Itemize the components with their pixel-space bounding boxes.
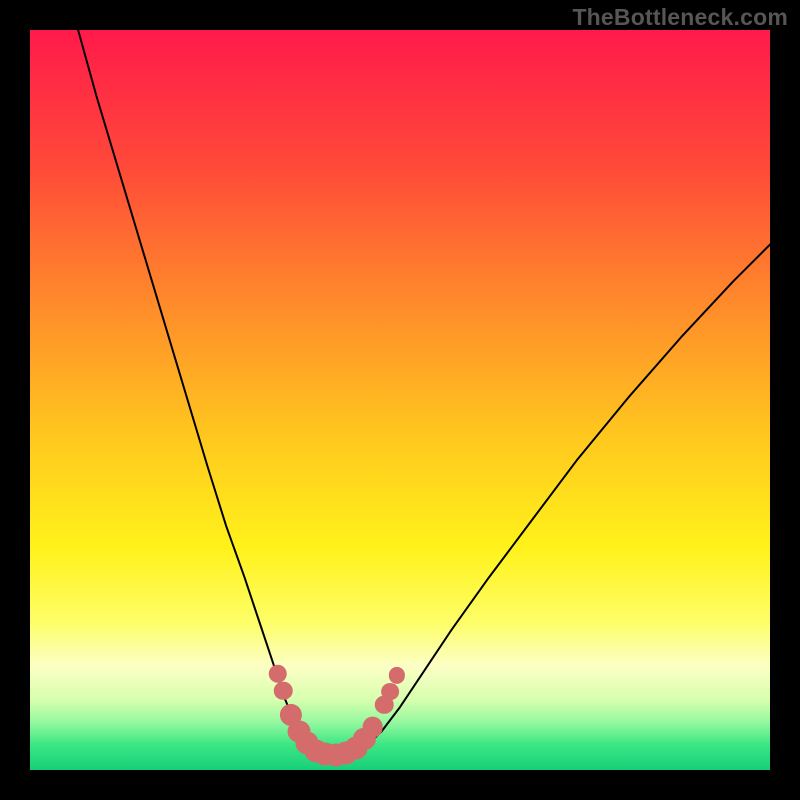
trough-bead <box>362 717 383 738</box>
trough-bead <box>274 682 293 701</box>
trough-bead <box>269 665 288 684</box>
trough-bead <box>382 683 400 701</box>
chart-stage: TheBottleneck.com <box>0 0 800 800</box>
chart-plot-area <box>30 30 770 770</box>
bottleneck-curve-path <box>78 30 770 758</box>
chart-curve <box>30 30 770 770</box>
watermark-text: TheBottleneck.com <box>572 4 788 31</box>
